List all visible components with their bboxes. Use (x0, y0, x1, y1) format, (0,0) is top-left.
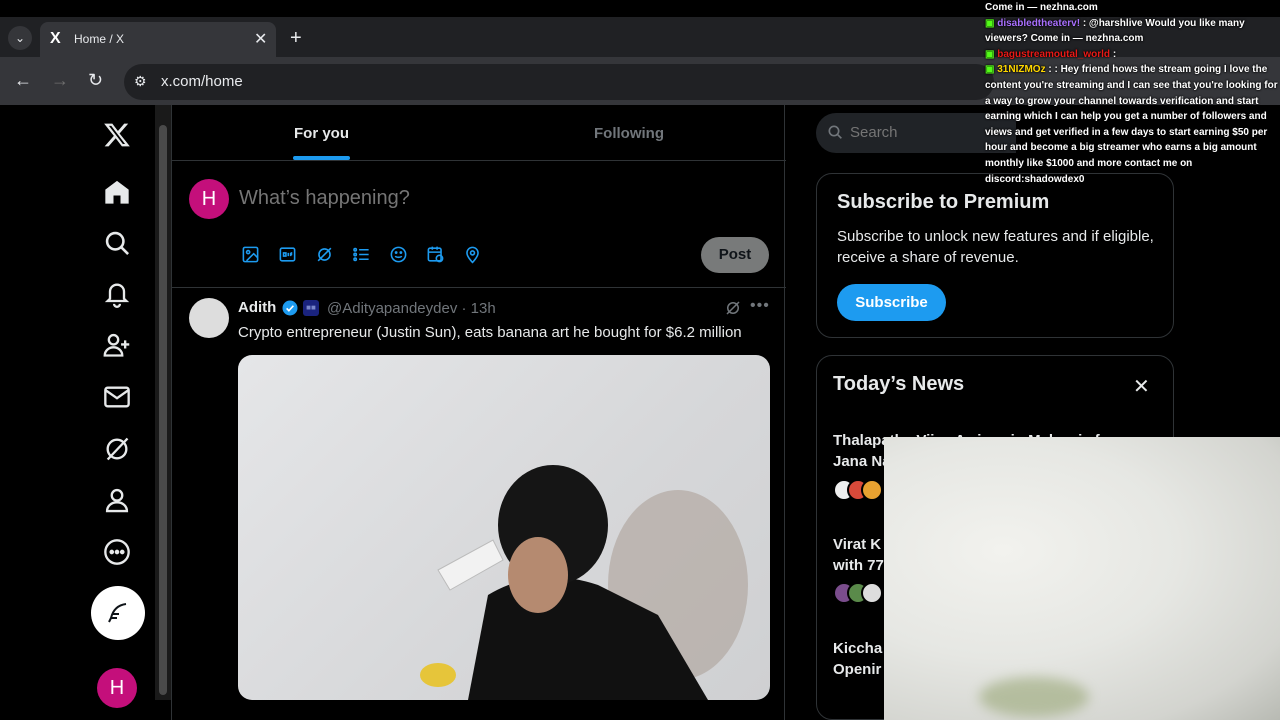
compose-icon (108, 603, 127, 623)
search-icon (828, 125, 842, 139)
chat-username: disabledtheaterv! (997, 17, 1081, 29)
subscribe-button[interactable]: Subscribe (837, 284, 946, 321)
home-icon[interactable] (96, 171, 138, 213)
webcam-foliage (979, 677, 1089, 717)
tweet-media[interactable] (238, 355, 770, 700)
main-timeline: For you Following H Post Adith ■■ @Adity… (171, 105, 786, 720)
back-arrow-icon[interactable]: ← (14, 70, 32, 91)
schedule-icon[interactable] (424, 243, 446, 265)
active-tab-indicator (293, 156, 350, 160)
url-text[interactable]: x.com/home (161, 73, 243, 90)
compose-post-button[interactable] (91, 586, 145, 640)
tweet-handle-time[interactable]: @Adityapandeydev · 13h (327, 300, 496, 317)
left-scrollbar[interactable] (155, 105, 171, 700)
tweet-text: Crypto entrepreneur (Justin Sun), eats b… (238, 324, 742, 341)
webcam-overlay (884, 437, 1280, 720)
affiliate-badge-icon: ■■ (303, 300, 319, 316)
location-icon[interactable] (461, 243, 483, 265)
chat-username: bagustreamoutal_world (997, 48, 1111, 60)
profile-icon[interactable] (96, 479, 138, 521)
grok-icon[interactable] (96, 428, 138, 470)
tab-for-you[interactable]: For you (294, 125, 349, 142)
tab-close-icon[interactable]: ✕ (254, 29, 267, 49)
grok-compose-icon[interactable] (313, 243, 335, 265)
tweet-video-frame (420, 465, 748, 700)
chat-message: ▣ disabledtheaterv! : @harshlive Would y… (985, 17, 1245, 45)
close-icon[interactable]: ✕ (1133, 374, 1150, 399)
tweet[interactable]: Adith ■■ @Adityapandeydev · 13h ••• Cryp… (172, 288, 786, 720)
reload-icon[interactable]: ↻ (88, 70, 103, 91)
kick-badge-icon: ▣ (985, 64, 998, 76)
composer-avatar[interactable]: H (189, 179, 229, 219)
avatar (861, 582, 883, 604)
address-bar[interactable]: ⚙ x.com/home (124, 64, 994, 100)
chat-message: ▣ bagustreamoutal_world : (985, 48, 1117, 60)
news-title: Today’s News (833, 373, 965, 395)
timeline-tabs: For you Following (172, 105, 786, 161)
browser-tab[interactable]: X Home / X ✕ (40, 22, 276, 57)
grok-explain-icon[interactable] (724, 299, 742, 317)
premium-description: Subscribe to unlock new features and if … (837, 228, 1154, 266)
site-info-icon[interactable]: ⚙ (134, 73, 147, 90)
media-icon[interactable] (239, 243, 261, 265)
emoji-icon[interactable] (387, 243, 409, 265)
more-icon[interactable] (96, 531, 138, 573)
tab-following[interactable]: Following (594, 125, 664, 142)
follow-icon[interactable] (96, 324, 138, 366)
tweet-more-icon[interactable]: ••• (750, 297, 770, 315)
search-icon[interactable] (96, 222, 138, 264)
scrollbar-thumb[interactable] (159, 125, 167, 695)
search-input[interactable] (850, 124, 1000, 141)
chat-username: 31NIZMOz (997, 64, 1046, 76)
x-favicon-icon: X (50, 30, 61, 47)
post-input[interactable] (239, 187, 639, 210)
forward-arrow-icon[interactable]: → (51, 70, 69, 91)
stream-chat-overlay: Come in — nezhna.com ▣ disabledtheaterv!… (985, 0, 1280, 210)
kick-badge-icon: ▣ (985, 48, 998, 60)
poll-icon[interactable] (350, 243, 372, 265)
post-composer: H Post (172, 161, 786, 288)
messages-icon[interactable] (96, 376, 138, 418)
chat-message: ▣ 31NIZMOz : : Hey friend hows the strea… (985, 64, 1278, 185)
tab-search-button[interactable]: ⌄ (8, 26, 32, 50)
tweet-author-avatar[interactable] (189, 298, 229, 338)
kick-badge-icon: ▣ (985, 17, 998, 29)
verified-icon (282, 300, 298, 316)
new-tab-button[interactable]: + (290, 27, 302, 50)
chat-message: Come in — nezhna.com (985, 2, 1098, 13)
gif-icon[interactable] (276, 243, 298, 265)
notifications-icon[interactable] (96, 273, 138, 315)
avatar (861, 479, 883, 501)
x-logo-icon[interactable] (96, 114, 138, 156)
tab-title: Home / X (74, 32, 125, 46)
tweet-author-name[interactable]: Adith (238, 299, 276, 316)
account-avatar[interactable]: H (97, 668, 137, 708)
post-button[interactable]: Post (701, 237, 769, 273)
